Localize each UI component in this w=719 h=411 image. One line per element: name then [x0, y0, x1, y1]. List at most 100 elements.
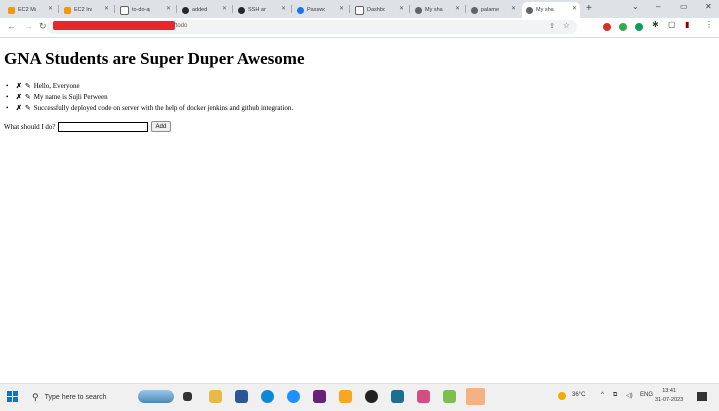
todo-text: Hello, Everyone: [33, 82, 80, 90]
clock[interactable]: 13:41 31-07-2023: [655, 387, 683, 405]
todo-input[interactable]: [57, 121, 148, 132]
close-icon[interactable]: ✕: [222, 5, 227, 12]
chrome-active-icon[interactable]: [466, 388, 485, 405]
tab-label: to-do-ap: [132, 7, 150, 13]
close-icon[interactable]: ✕: [281, 5, 286, 12]
tab-label: SSH an: [248, 7, 266, 13]
tab-label: Dashbo: [367, 7, 385, 13]
browser-tab[interactable]: EC2 Ins ✕: [60, 2, 112, 18]
todo-list: ✗✎Hello, Everyone ✗✎My name is Sujli Per…: [6, 81, 293, 114]
browser-tab[interactable]: Dashbo ✕: [351, 2, 407, 18]
back-arrow-icon[interactable]: ←: [7, 21, 16, 31]
file-explorer-icon[interactable]: [209, 390, 222, 403]
close-icon[interactable]: ✕: [455, 5, 460, 12]
close-icon[interactable]: ✕: [399, 5, 404, 12]
browser-tab-active[interactable]: My sha ✕: [522, 2, 580, 18]
globe-icon: [415, 6, 422, 14]
browser-tab[interactable]: to-do-ap ✕: [116, 2, 174, 18]
github-icon: [238, 6, 245, 14]
todo-text: Successfully deployed code on server wit…: [33, 104, 294, 112]
new-tab-button[interactable]: +: [586, 3, 592, 14]
tab-label: added: [192, 7, 208, 13]
star-icon[interactable]: ☆: [563, 21, 570, 30]
github-icon: [182, 6, 189, 14]
taskbar-app-icon[interactable]: [417, 390, 430, 403]
browser-toolbar: ← → ↻ /todo ⇪ ☆ ✱ ▢ ▮ ⋮: [0, 18, 719, 38]
page-favicon-icon: [355, 5, 364, 15]
redaction-mark: [53, 21, 175, 30]
close-icon[interactable]: ✕: [572, 5, 577, 12]
taskbar: ⚲ Type here to search 36°C ^ ⧉ ◁) ENG 13…: [0, 383, 719, 411]
close-icon[interactable]: ✕: [104, 5, 109, 12]
address-bar[interactable]: /todo ⇪ ☆: [47, 20, 577, 34]
todo-input-label: What should I do?: [4, 122, 56, 131]
taskbar-app-icon[interactable]: [443, 390, 456, 403]
taskbar-app-icon[interactable]: [365, 390, 378, 403]
tab-label: EC2 Ma: [18, 7, 36, 13]
taskbar-app-icon[interactable]: [391, 390, 404, 403]
menu-dots-icon[interactable]: ⋮: [705, 20, 713, 29]
todo-item: ✗✎My name is Sujli Perween: [6, 92, 293, 103]
browser-tab[interactable]: SSH an ✕: [234, 2, 289, 18]
delete-icon[interactable]: ✗: [16, 93, 22, 101]
page-content: GNA Students are Super Duper Awesome ✗✎H…: [0, 38, 719, 383]
notification-icon[interactable]: [697, 392, 707, 401]
add-button[interactable]: Add: [150, 121, 172, 132]
aws-favicon-icon: [64, 6, 71, 14]
browser-tab[interactable]: added ✕: [178, 2, 230, 18]
browser-tab[interactable]: EC2 Ma ✕: [4, 2, 56, 18]
chevron-down-icon[interactable]: ⌄: [632, 2, 639, 11]
close-window-button[interactable]: ✕: [705, 2, 712, 11]
delete-icon[interactable]: ✗: [16, 82, 22, 90]
delete-icon[interactable]: ✗: [16, 104, 22, 112]
url-text: /todo: [174, 23, 188, 29]
taskbar-app-icon[interactable]: [235, 390, 248, 403]
share-icon[interactable]: ⇪: [549, 22, 555, 30]
close-icon[interactable]: ✕: [339, 5, 344, 12]
edit-icon[interactable]: ✎: [25, 93, 31, 101]
page-title: GNA Students are Super Duper Awesome: [4, 49, 305, 68]
search-placeholder: Type here to search: [44, 394, 107, 401]
close-icon[interactable]: ✕: [511, 5, 516, 12]
browser-tab[interactable]: palame ✕: [467, 2, 519, 18]
weather-sun-icon[interactable]: [558, 392, 566, 400]
browser-tab[interactable]: My sha ✕: [411, 2, 463, 18]
extension-red-icon[interactable]: [603, 23, 611, 31]
browser-tab[interactable]: Passwo ✕: [293, 2, 347, 18]
restore-button[interactable]: ▭: [680, 2, 688, 11]
globe-icon: [471, 6, 478, 14]
skype-icon[interactable]: [287, 390, 300, 403]
profile-avatar-icon[interactable]: ▮: [685, 20, 689, 29]
todo-item: ✗✎Hello, Everyone: [6, 81, 293, 92]
network-icon[interactable]: ⧉: [613, 392, 617, 399]
forward-arrow-icon[interactable]: →: [24, 21, 33, 31]
weather-widget-icon[interactable]: [138, 390, 174, 403]
puzzle-extensions-icon[interactable]: ✱: [652, 20, 659, 29]
temperature-text: 36°C: [572, 392, 586, 398]
extension-grammar-icon[interactable]: [635, 23, 643, 31]
minimize-button[interactable]: –: [656, 2, 660, 11]
edit-icon[interactable]: ✎: [25, 104, 31, 112]
reload-icon[interactable]: ↻: [39, 21, 47, 32]
edit-icon[interactable]: ✎: [25, 82, 31, 90]
todo-text: My name is Sujli Perween: [33, 93, 108, 101]
visual-studio-icon[interactable]: [313, 390, 326, 403]
taskbar-search[interactable]: ⚲ Type here to search: [26, 388, 134, 407]
aws-favicon-icon: [8, 6, 15, 14]
extension-green-icon[interactable]: [619, 23, 627, 31]
windows-start-icon[interactable]: [7, 391, 19, 403]
clock-date: 31-07-2023: [655, 397, 684, 403]
taskbar-app-icon[interactable]: [339, 390, 352, 403]
edge-icon[interactable]: [261, 390, 274, 403]
close-icon[interactable]: ✕: [48, 5, 53, 12]
todo-item: ✗✎Successfully deployed code on server w…: [6, 103, 293, 114]
close-icon[interactable]: ✕: [166, 5, 171, 12]
tab-strip: EC2 Ma ✕ EC2 Ins ✕ to-do-ap ✕ added ✕ SS…: [0, 0, 719, 18]
volume-icon[interactable]: ◁): [626, 392, 633, 399]
clock-time: 13:41: [662, 388, 676, 394]
chevron-up-icon[interactable]: ^: [601, 392, 604, 398]
sidebar-icon[interactable]: ▢: [668, 20, 676, 29]
language-text[interactable]: ENG: [640, 392, 653, 398]
tab-label: My sha: [536, 7, 554, 13]
task-view-icon[interactable]: [183, 392, 192, 401]
